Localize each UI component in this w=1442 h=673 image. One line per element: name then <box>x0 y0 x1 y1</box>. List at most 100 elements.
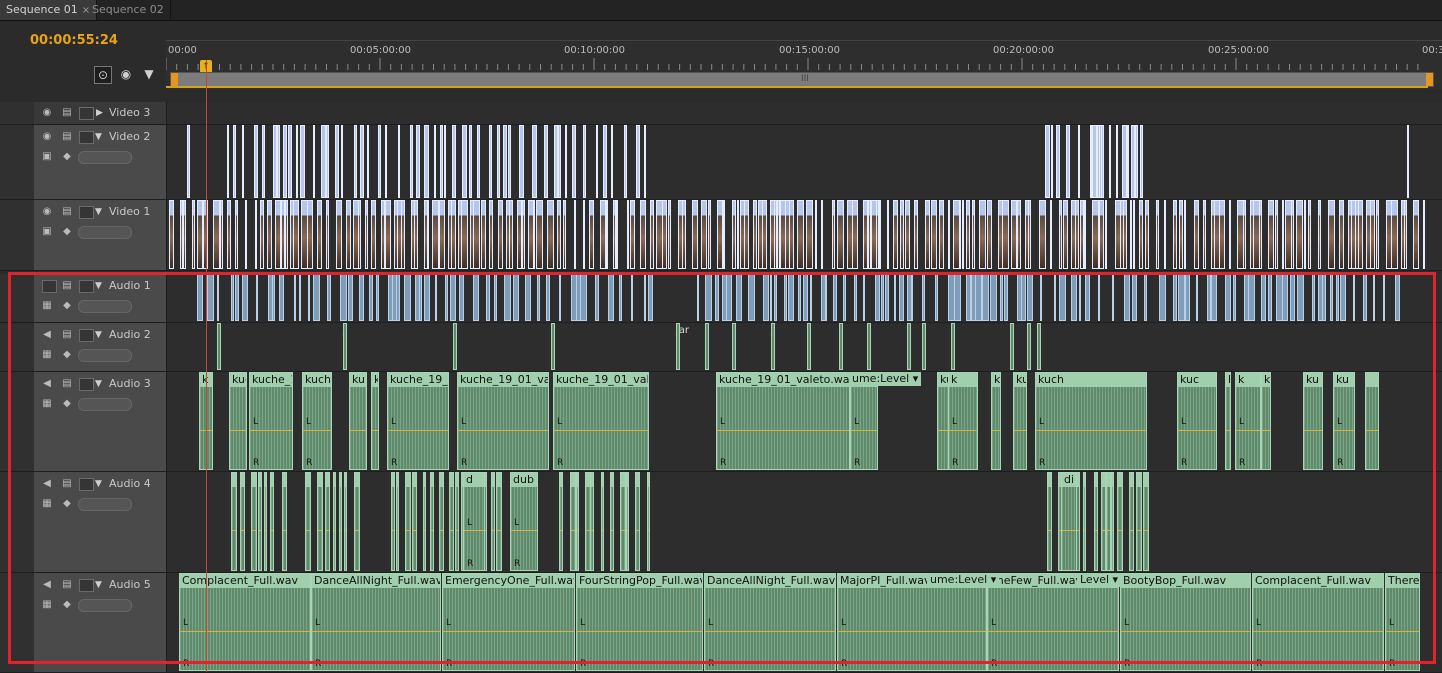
video-clip[interactable] <box>762 200 767 269</box>
audio-clip[interactable]: DanceAllNight_Full.wav L R <box>704 573 836 671</box>
video-clip[interactable] <box>1203 200 1206 269</box>
audio-clip[interactable]: ku <box>991 372 1001 470</box>
video-clip[interactable] <box>1127 125 1129 198</box>
video-clip[interactable] <box>914 200 918 269</box>
audio-clip[interactable] <box>881 274 884 321</box>
tab-sequence-02[interactable]: Sequence 02 <box>86 0 171 20</box>
video-clip[interactable] <box>821 200 823 269</box>
track-lane[interactable]: Complacent_Full.wav L R DanceAllNight_Full.… <box>167 573 1442 672</box>
audio-clip[interactable]: kuche_1 L R <box>249 372 293 470</box>
video-clip[interactable] <box>169 200 174 269</box>
audio-clip[interactable] <box>911 274 913 321</box>
video-clip[interactable] <box>317 200 322 269</box>
video-clip[interactable] <box>267 200 272 269</box>
video-clip[interactable] <box>1045 125 1050 198</box>
audio-clip[interactable] <box>348 274 353 321</box>
audio-clip[interactable] <box>576 472 579 571</box>
audio-clip[interactable] <box>270 472 274 571</box>
lock-box[interactable] <box>79 579 94 592</box>
audio-clip[interactable] <box>810 274 812 321</box>
video-clip[interactable] <box>522 200 525 269</box>
video-clip[interactable] <box>385 125 387 198</box>
track-lane[interactable] <box>167 200 1442 270</box>
audio-clip[interactable] <box>1159 274 1166 321</box>
filmstrip-icon[interactable]: ▤ <box>60 107 74 119</box>
audio-clip[interactable] <box>396 274 400 321</box>
filmstrip-icon[interactable]: ▤ <box>60 131 74 143</box>
video-clip[interactable] <box>262 125 265 198</box>
video-clip[interactable] <box>1259 200 1262 269</box>
audio-clip[interactable] <box>1196 274 1198 321</box>
audio-clip[interactable] <box>313 274 320 321</box>
video-clip[interactable] <box>668 200 671 269</box>
audio-clip[interactable] <box>626 472 629 571</box>
audio-clip[interactable]: k <box>1225 372 1231 470</box>
audio-clip[interactable]: k <box>371 372 379 470</box>
video-clip[interactable] <box>365 200 368 269</box>
triangle-down-icon[interactable]: ▼ <box>95 207 102 217</box>
audio-clip[interactable] <box>272 274 275 321</box>
audio-clip[interactable] <box>559 472 563 571</box>
video-clip[interactable] <box>544 125 548 198</box>
keyframe-icon[interactable]: ◆ <box>60 599 74 611</box>
video-clip[interactable] <box>254 125 258 198</box>
video-clip[interactable] <box>1092 200 1099 269</box>
audio-clip[interactable]: ku <box>1261 372 1271 470</box>
video-clip[interactable] <box>636 125 640 198</box>
video-clip[interactable] <box>434 125 436 198</box>
audio-clip[interactable] <box>1111 472 1114 571</box>
video-clip[interactable] <box>469 125 472 198</box>
audio-clip[interactable] <box>676 323 680 370</box>
video-clip[interactable] <box>606 200 608 269</box>
audio-clip[interactable] <box>954 274 961 321</box>
video-clip[interactable] <box>220 200 223 269</box>
video-clip[interactable] <box>1059 200 1062 269</box>
audio-clip[interactable] <box>491 472 495 571</box>
audio-clip[interactable] <box>763 274 769 321</box>
audio-clip[interactable] <box>308 274 310 321</box>
video-clip[interactable] <box>451 200 456 269</box>
keyframe-navigator[interactable] <box>78 498 132 511</box>
video-clip[interactable] <box>1097 125 1100 198</box>
waveform-icon[interactable]: ▦ <box>40 349 54 361</box>
audio-clip[interactable] <box>1297 274 1304 321</box>
audio-clip[interactable] <box>450 274 456 321</box>
audio-clip[interactable] <box>951 323 955 370</box>
audio-clip[interactable]: DanceAllNight_Full.wav L R <box>311 573 441 671</box>
audio-clip[interactable]: d L R <box>463 472 485 571</box>
audio-clip[interactable] <box>1054 274 1056 321</box>
display-style-icon[interactable]: ▣ <box>40 226 54 238</box>
video-clip[interactable] <box>837 200 844 269</box>
speaker-icon[interactable]: ◀ <box>40 478 54 490</box>
lock-box[interactable] <box>79 378 94 391</box>
triangle-down-icon[interactable]: ▼ <box>95 281 102 291</box>
track-lane[interactable]: d L Rdub L Rdi <box>167 472 1442 572</box>
tab-sequence-01[interactable]: Sequence 01 × <box>0 0 98 20</box>
video-clip[interactable] <box>1173 200 1177 269</box>
waveform-icon[interactable]: ▦ <box>40 398 54 410</box>
video-clip[interactable] <box>1056 125 1060 198</box>
video-clip[interactable] <box>972 200 975 269</box>
audio-clip[interactable] <box>1282 274 1288 321</box>
video-clip[interactable] <box>640 200 646 269</box>
video-clip[interactable] <box>589 200 594 269</box>
video-clip[interactable] <box>227 200 231 269</box>
audio-clip[interactable] <box>1098 274 1100 321</box>
video-clip[interactable] <box>737 200 739 269</box>
audio-clip[interactable] <box>435 274 437 321</box>
video-clip[interactable] <box>367 125 369 198</box>
video-clip[interactable] <box>832 200 835 269</box>
video-clip[interactable] <box>508 125 511 198</box>
triangle-down-icon[interactable]: ▼ <box>95 379 102 389</box>
video-clip[interactable] <box>1105 200 1107 269</box>
audio-clip[interactable] <box>839 323 843 370</box>
playhead-line[interactable] <box>206 60 207 672</box>
video-clip[interactable] <box>489 200 493 269</box>
audio-clip[interactable] <box>504 274 511 321</box>
video-clip[interactable] <box>925 200 930 269</box>
video-clip[interactable] <box>398 125 400 198</box>
audio-clip[interactable] <box>1010 323 1014 370</box>
triangle-down-icon[interactable]: ▼ <box>95 580 102 590</box>
audio-clip[interactable] <box>1143 472 1149 571</box>
video-clip[interactable] <box>427 200 429 269</box>
